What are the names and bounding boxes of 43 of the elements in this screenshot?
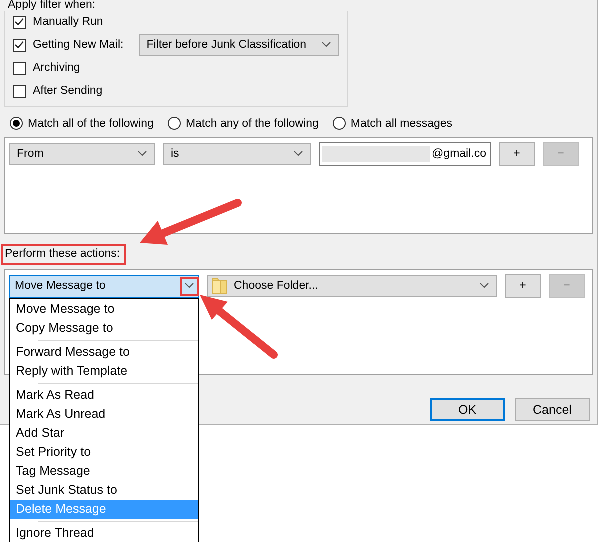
menu-item[interactable]: Reply with Template [10,362,198,380]
menu-item[interactable]: Set Priority to [10,442,198,462]
checkbox[interactable] [13,84,26,98]
caret-icon [185,283,194,289]
radio-button[interactable] [168,117,181,130]
caret-icon [322,42,331,48]
menu-item[interactable]: Ignore Thread [10,524,198,542]
ok-button[interactable]: OK [430,398,505,421]
folder-dropdown[interactable]: Choose Folder... [207,275,497,297]
caret-icon [480,283,489,289]
email-input-field[interactable]: @gmail.co [319,142,491,166]
checkbox[interactable] [13,62,26,74]
radio-label: Match all of the following [28,118,154,130]
menu-item[interactable]: Set Junk Status to [10,480,198,500]
menu-item[interactable]: Copy Message to [10,318,198,338]
group-title: Apply filter when: [8,0,97,11]
menu-item[interactable]: Forward Message to [10,342,198,362]
radio-button[interactable] [10,117,23,130]
section-label: Perform these actions: [1,244,126,265]
checkbox[interactable] [13,38,26,52]
checkbox-label: Archiving [33,62,80,74]
checkbox-label: After Sending [33,85,103,97]
caret-icon [138,151,147,157]
radio-label: Match all messages [350,118,453,130]
checkbox-label: Getting New Mail: [33,39,124,51]
menu-item[interactable]: Mark As Unread [10,404,198,424]
folder-icon [212,278,228,294]
field-dropdown[interactable]: From [9,143,155,165]
checkbox-label: Manually Run [33,16,104,28]
menu-item[interactable]: Tag Message [10,462,198,480]
add-button[interactable]: + [499,142,535,166]
operator-dropdown[interactable]: is [163,143,311,165]
cancel-button[interactable]: Cancel [515,398,590,421]
add-button[interactable]: + [505,274,541,298]
radio-label: Match any of the following [186,118,319,130]
filter-timing-dropdown[interactable]: Filter before Junk Classification [138,34,339,56]
menu-item[interactable]: Add Star [10,424,198,442]
checkbox[interactable] [13,16,26,28]
radio-button[interactable] [332,117,346,130]
action-dropdown[interactable]: Move Message to [9,274,199,298]
menu-item[interactable]: Move Message to [10,300,198,318]
caret-icon [294,151,303,157]
menu-item[interactable]: Mark As Read [10,386,198,404]
